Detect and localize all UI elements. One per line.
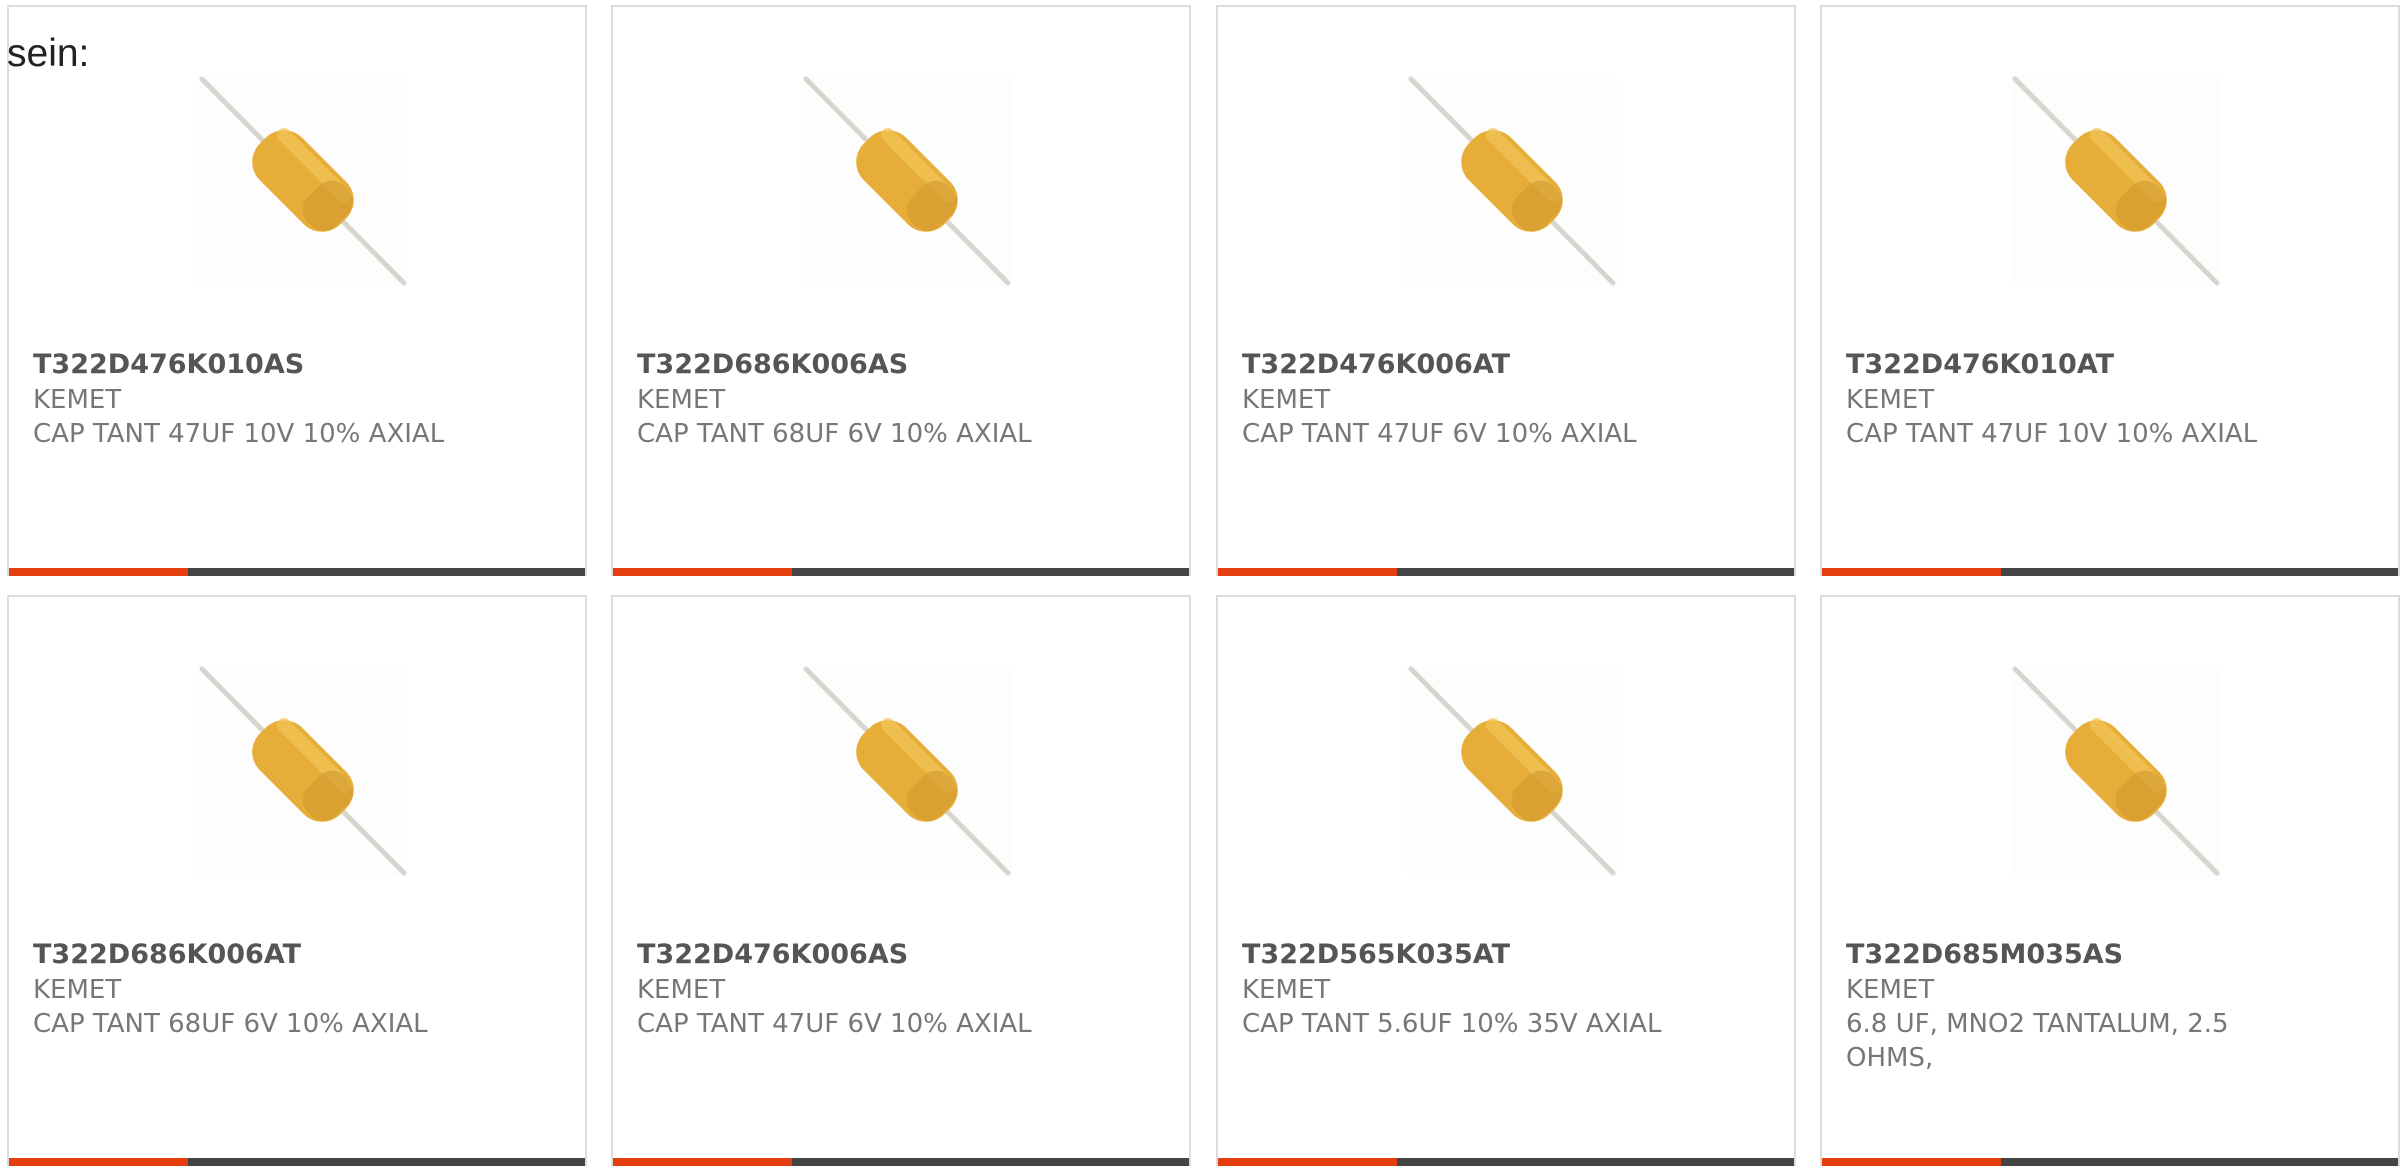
product-description: CAP TANT 47UF 10V 10% AXIAL [33, 419, 445, 449]
product-card[interactable]: T322D686K006AS KEMET CAP TANT 68UF 6V 10… [611, 5, 1191, 576]
part-number[interactable]: T322D476K006AS [637, 937, 1077, 973]
part-number[interactable]: T322D685M035AS [1846, 937, 2286, 973]
product-image[interactable] [198, 665, 408, 877]
axial-tantalum-capacitor-icon [1408, 666, 1616, 876]
product-image[interactable] [802, 75, 1012, 287]
card-bottom-bar-accent [613, 568, 792, 576]
product-card[interactable]: T322D565K035AT KEMET CAP TANT 5.6UF 10% … [1216, 595, 1796, 1166]
card-bottom-bar-accent [9, 1158, 188, 1166]
intro-text: sein: [7, 32, 90, 75]
manufacturer: KEMET [637, 385, 726, 415]
card-bottom-bar [613, 1158, 1189, 1166]
card-bottom-bar-accent [1822, 1158, 2001, 1166]
manufacturer: KEMET [1242, 385, 1331, 415]
product-description: CAP TANT 68UF 6V 10% AXIAL [637, 419, 1032, 449]
axial-tantalum-capacitor-icon [2012, 76, 2220, 286]
axial-tantalum-capacitor-icon [803, 76, 1011, 286]
card-bottom-bar-accent [1822, 568, 2001, 576]
product-description: CAP TANT 5.6UF 10% 35V AXIAL [1242, 1009, 1662, 1039]
product-image[interactable] [1407, 75, 1617, 287]
product-description: CAP TANT 47UF 6V 10% AXIAL [637, 1009, 1032, 1039]
product-image[interactable] [1407, 665, 1617, 877]
product-card[interactable]: T322D685M035AS KEMET 6.8 UF, MNO2 TANTAL… [1820, 595, 2400, 1166]
card-bottom-bar-accent [613, 1158, 792, 1166]
product-card[interactable]: T322D686K006AT KEMET CAP TANT 68UF 6V 10… [7, 595, 587, 1166]
part-number[interactable]: T322D476K010AS [33, 347, 473, 383]
product-image[interactable] [2011, 75, 2221, 287]
product-image[interactable] [198, 75, 408, 287]
part-number[interactable]: T322D565K035AT [1242, 937, 1682, 973]
manufacturer: KEMET [1846, 975, 1935, 1005]
axial-tantalum-capacitor-icon [2012, 666, 2220, 876]
product-card[interactable]: T322D476K010AT KEMET CAP TANT 47UF 10V 1… [1820, 5, 2400, 576]
axial-tantalum-capacitor-icon [1408, 76, 1616, 286]
card-bottom-bar [1218, 568, 1794, 576]
product-card[interactable]: T322D476K006AT KEMET CAP TANT 47UF 6V 10… [1216, 5, 1796, 576]
part-number[interactable]: T322D686K006AT [33, 937, 473, 973]
card-bottom-bar [1822, 568, 2398, 576]
axial-tantalum-capacitor-icon [199, 76, 407, 286]
product-description: CAP TANT 47UF 10V 10% AXIAL [1846, 419, 2258, 449]
product-description: CAP TANT 68UF 6V 10% AXIAL [33, 1009, 428, 1039]
card-bottom-bar-accent [9, 568, 188, 576]
card-bottom-bar [9, 1158, 585, 1166]
manufacturer: KEMET [637, 975, 726, 1005]
card-bottom-bar-accent [1218, 568, 1397, 576]
product-card[interactable]: T322D476K006AS KEMET CAP TANT 47UF 6V 10… [611, 595, 1191, 1166]
card-bottom-bar [1822, 1158, 2398, 1166]
manufacturer: KEMET [33, 385, 122, 415]
part-number[interactable]: T322D476K010AT [1846, 347, 2286, 383]
card-bottom-bar-accent [1218, 1158, 1397, 1166]
card-bottom-bar [9, 568, 585, 576]
manufacturer: KEMET [1242, 975, 1331, 1005]
part-number[interactable]: T322D476K006AT [1242, 347, 1682, 383]
product-image[interactable] [2011, 665, 2221, 877]
product-description: 6.8 UF, MNO2 TANTALUM, 2.5 OHMS, [1846, 1009, 2229, 1073]
axial-tantalum-capacitor-icon [803, 666, 1011, 876]
axial-tantalum-capacitor-icon [199, 666, 407, 876]
product-description: CAP TANT 47UF 6V 10% AXIAL [1242, 419, 1637, 449]
product-card[interactable]: T322D476K010AS KEMET CAP TANT 47UF 10V 1… [7, 5, 587, 576]
manufacturer: KEMET [1846, 385, 1935, 415]
part-number[interactable]: T322D686K006AS [637, 347, 1077, 383]
card-bottom-bar [613, 568, 1189, 576]
product-image[interactable] [802, 665, 1012, 877]
manufacturer: KEMET [33, 975, 122, 1005]
card-bottom-bar [1218, 1158, 1794, 1166]
